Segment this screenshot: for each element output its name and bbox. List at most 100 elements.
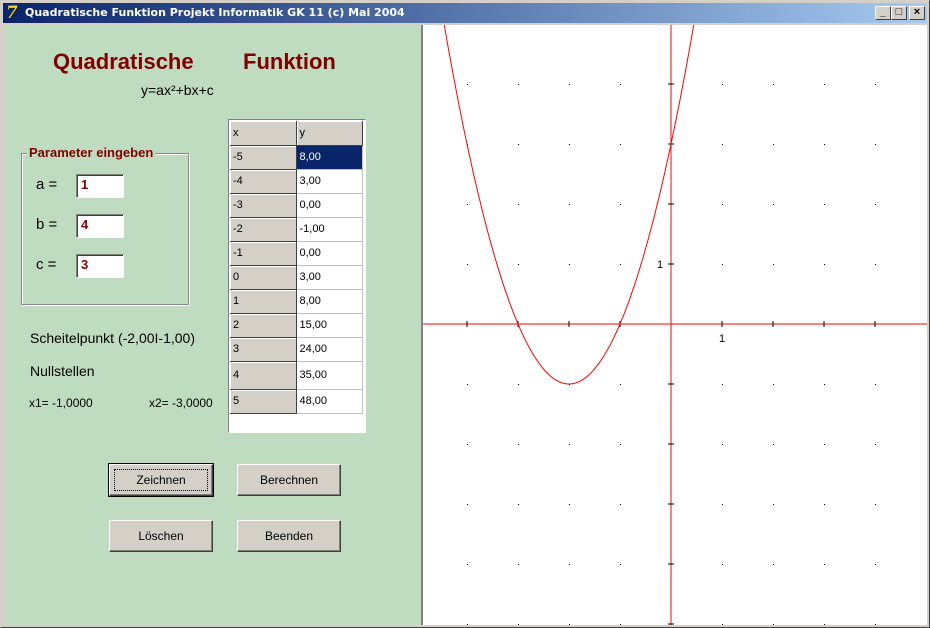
title-bar[interactable]: 7 Quadratische Funktion Projekt Informat… xyxy=(3,3,927,23)
grid-dot xyxy=(620,444,621,445)
minimize-icon: _ xyxy=(879,6,887,18)
grid-dot xyxy=(722,444,723,445)
minimize-button[interactable]: _ xyxy=(875,6,891,20)
grid-dot xyxy=(875,264,876,265)
grid-dot xyxy=(518,624,519,625)
grid-dot xyxy=(773,264,774,265)
grid-dot xyxy=(773,504,774,505)
graph-svg: 11 xyxy=(423,0,927,625)
grid-dot xyxy=(569,564,570,565)
table-row[interactable]: -5 8,00 xyxy=(230,145,363,170)
grid-dot xyxy=(569,624,570,625)
grid-dot xyxy=(518,444,519,445)
parameter-legend: Parameter eingeben xyxy=(27,145,156,160)
table-row[interactable]: 2 15,00 xyxy=(230,313,363,338)
app-window: 7 Quadratische Funktion Projekt Informat… xyxy=(0,0,930,628)
grid-dot xyxy=(824,444,825,445)
cell-y[interactable]: 3,00 xyxy=(296,265,363,290)
clear-button-label: Löschen xyxy=(138,529,184,543)
row-header-x: 1 xyxy=(230,289,297,314)
grid-dot xyxy=(620,144,621,145)
row-header-x: 3 xyxy=(230,337,297,362)
grid-dot xyxy=(875,204,876,205)
cell-y[interactable]: 8,00 xyxy=(296,289,363,314)
table-row[interactable]: -2 -1,00 xyxy=(230,217,363,242)
x-tick-label: 1 xyxy=(719,333,725,345)
grid-dot xyxy=(875,504,876,505)
cell-y[interactable]: 0,00 xyxy=(296,193,363,218)
grid-dot xyxy=(467,384,468,385)
grid-dot xyxy=(773,384,774,385)
grid-dot xyxy=(773,144,774,145)
table-row[interactable]: -3 0,00 xyxy=(230,193,363,218)
cell-y[interactable]: 35,00 xyxy=(296,361,363,390)
grid-dot xyxy=(569,264,570,265)
row-header-x: -5 xyxy=(230,145,297,170)
grid-dot xyxy=(824,624,825,625)
cell-y[interactable]: 8,00 xyxy=(296,145,363,170)
table-row[interactable]: -4 3,00 xyxy=(230,169,363,194)
row-header-x: 4 xyxy=(230,361,297,390)
grid-dot xyxy=(518,204,519,205)
row-header-x: 2 xyxy=(230,313,297,338)
column-header-x[interactable]: x xyxy=(230,121,297,146)
table-row[interactable]: 5 48,00 xyxy=(230,389,363,414)
grid-dot xyxy=(569,204,570,205)
grid-dot xyxy=(722,504,723,505)
zero-x2: x2= -3,0000 xyxy=(149,396,213,410)
grid-dot xyxy=(773,564,774,565)
grid-dot xyxy=(722,204,723,205)
maximize-button[interactable]: □ xyxy=(891,6,907,20)
close-button[interactable]: × xyxy=(909,6,925,20)
table-row[interactable]: 0 3,00 xyxy=(230,265,363,290)
grid-dot xyxy=(467,204,468,205)
maximize-icon: □ xyxy=(895,6,903,18)
table-row[interactable]: 4 35,00 xyxy=(230,361,363,390)
exit-button[interactable]: Beenden xyxy=(237,520,341,552)
grid-dot xyxy=(773,84,774,85)
table-row[interactable]: 1 8,00 xyxy=(230,289,363,314)
row-header-x: -1 xyxy=(230,241,297,266)
row-header-x: 5 xyxy=(230,389,297,414)
grid-dot xyxy=(620,624,621,625)
zeros-label: Nullstellen xyxy=(30,363,95,379)
b-label: b = xyxy=(36,216,58,233)
grid-dot xyxy=(518,564,519,565)
draw-button-label: Zeichnen xyxy=(136,473,186,487)
clear-button[interactable]: Löschen xyxy=(109,520,213,552)
compute-button-label: Berechnen xyxy=(259,473,319,487)
a-label: a = xyxy=(36,176,58,193)
table-row[interactable]: 3 24,00 xyxy=(230,337,363,362)
value-grid[interactable]: x y -5 8,00 -4 3,00 -3 0,00 -2 -1,00 -1 0,00 0 3,00 1 8… xyxy=(230,121,363,414)
grid-dot xyxy=(620,264,621,265)
column-header-y[interactable]: y xyxy=(296,121,363,146)
grid-dot xyxy=(773,204,774,205)
heading-word-2: Funktion xyxy=(243,49,336,74)
c-input[interactable]: 3 xyxy=(76,254,124,278)
cell-y[interactable]: 0,00 xyxy=(296,241,363,266)
compute-button[interactable]: Berechnen xyxy=(237,464,341,496)
cell-y[interactable]: 24,00 xyxy=(296,337,363,362)
control-panel: Quadratische Funktion y=ax²+bx+c Paramet… xyxy=(5,25,421,625)
cell-y[interactable]: 15,00 xyxy=(296,313,363,338)
b-input[interactable]: 4 xyxy=(76,214,124,238)
heading-word-1: Quadratische xyxy=(53,49,194,74)
cell-y[interactable]: 3,00 xyxy=(296,169,363,194)
exit-button-label: Beenden xyxy=(264,529,314,543)
grid-dot xyxy=(467,264,468,265)
cell-y[interactable]: -1,00 xyxy=(296,217,363,242)
grid-dot xyxy=(620,504,621,505)
draw-button[interactable]: Zeichnen xyxy=(108,463,214,497)
a-input[interactable]: 1 xyxy=(76,174,124,198)
graph-canvas: 11 xyxy=(421,0,927,625)
grid-dot xyxy=(722,564,723,565)
cell-y[interactable]: 48,00 xyxy=(296,389,363,414)
value-table[interactable]: x y -5 8,00 -4 3,00 -3 0,00 -2 -1,00 -1 0,00 0 3,00 1 8… xyxy=(228,119,366,433)
vertex-label: Scheitelpunkt (-2,00I-1,00) xyxy=(30,330,195,346)
grid-dot xyxy=(569,84,570,85)
table-row[interactable]: -1 0,00 xyxy=(230,241,363,266)
grid-dot xyxy=(824,564,825,565)
grid-dot xyxy=(518,144,519,145)
close-icon: × xyxy=(913,6,921,18)
grid-dot xyxy=(824,384,825,385)
